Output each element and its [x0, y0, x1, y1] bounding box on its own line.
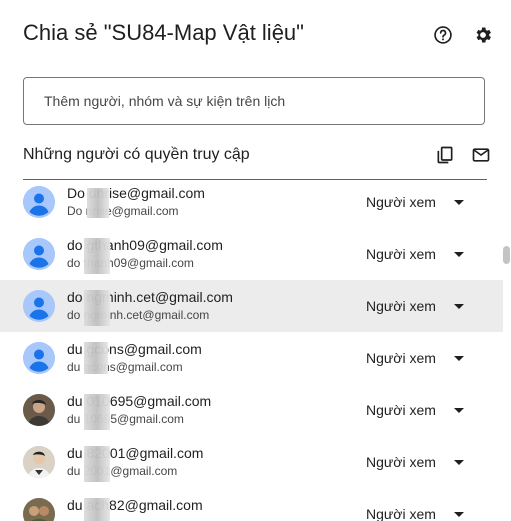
- scrollbar-thumb[interactable]: [503, 246, 510, 264]
- caret-down-icon: [453, 459, 464, 465]
- photo-avatar: [23, 394, 55, 426]
- default-avatar-icon: [23, 238, 55, 270]
- role-label: Người xem: [366, 246, 436, 262]
- role-label: Người xem: [366, 506, 436, 521]
- photo-avatar: [23, 498, 55, 521]
- caret-down-icon: [453, 199, 464, 205]
- redaction-blur: [84, 238, 110, 274]
- redaction-blur: [87, 188, 109, 218]
- access-section-title: Những người có quyền truy cập: [23, 146, 250, 163]
- list-item: du 010695@gmail.com du 10695@gmail.com N…: [0, 384, 503, 436]
- role-label: Người xem: [366, 454, 436, 470]
- list-item: du ach82@gmail.com Người xem: [0, 488, 503, 521]
- caret-down-icon: [453, 303, 464, 309]
- default-avatar-icon: [23, 290, 55, 322]
- list-item: Do unrise@gmail.com Do nrise@gmail.com N…: [0, 176, 503, 228]
- role-label: Người xem: [366, 402, 436, 418]
- role-dropdown[interactable]: Người xem: [366, 454, 464, 470]
- role-dropdown[interactable]: Người xem: [366, 506, 464, 521]
- role-label: Người xem: [366, 298, 436, 314]
- list-item: do ngminh.cet@gmail.com do ngminh.cet@gm…: [0, 280, 503, 332]
- role-dropdown[interactable]: Người xem: [366, 246, 464, 262]
- list-item: do gthanh09@gmail.com do thanh09@gmail.c…: [0, 228, 503, 280]
- gear-icon[interactable]: [473, 25, 493, 45]
- caret-down-icon: [453, 355, 464, 361]
- add-people-input[interactable]: Thêm người, nhóm và sự kiện trên lịch: [23, 77, 485, 125]
- add-people-placeholder: Thêm người, nhóm và sự kiện trên lịch: [44, 93, 286, 109]
- copy-emails-icon[interactable]: [435, 145, 455, 165]
- role-dropdown[interactable]: Người xem: [366, 350, 464, 366]
- default-avatar-icon: [23, 342, 55, 374]
- role-label: Người xem: [366, 350, 436, 366]
- role-label: Người xem: [366, 194, 436, 210]
- list-item: du gcons@gmail.com du gcons@gmail.com Ng…: [0, 332, 503, 384]
- person-secondary-email: Do nrise@gmail.com: [67, 204, 179, 218]
- redaction-blur: [84, 342, 108, 374]
- role-dropdown[interactable]: Người xem: [366, 298, 464, 314]
- email-icon[interactable]: [471, 145, 491, 165]
- redaction-blur: [84, 394, 110, 430]
- redaction-blur: [84, 290, 110, 326]
- default-avatar-icon: [23, 186, 55, 218]
- caret-down-icon: [453, 511, 464, 517]
- share-dialog-title: Chia sẻ "SU84-Map Vật liệu": [23, 20, 304, 45]
- help-icon[interactable]: [433, 25, 453, 45]
- caret-down-icon: [453, 407, 464, 413]
- caret-down-icon: [453, 251, 464, 257]
- role-dropdown[interactable]: Người xem: [366, 402, 464, 418]
- redaction-blur: [84, 446, 110, 482]
- list-item: du 82001@gmail.com du 2001@gmail.com Ngư…: [0, 436, 503, 488]
- people-list: Do unrise@gmail.com Do nrise@gmail.com N…: [0, 176, 503, 521]
- photo-avatar: [23, 446, 55, 478]
- redaction-blur: [84, 498, 110, 521]
- role-dropdown[interactable]: Người xem: [366, 194, 464, 210]
